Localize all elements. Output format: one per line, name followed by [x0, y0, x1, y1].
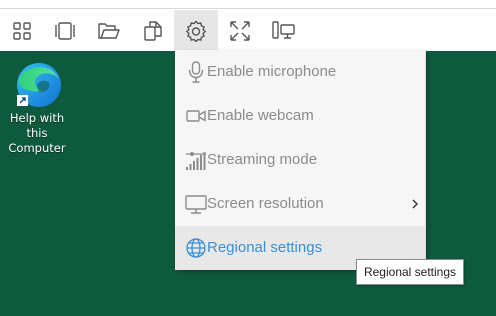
menu-item-label: Enable microphone: [207, 63, 337, 80]
copy-icon: [144, 20, 162, 41]
settings-button[interactable]: [174, 10, 218, 51]
open-folder-button[interactable]: [87, 10, 131, 51]
carousel-button[interactable]: [43, 10, 87, 51]
menu-item-label: Enable webcam: [207, 107, 314, 124]
shortcut-label: Help with this Computer: [6, 111, 68, 156]
desktop-shortcut-help[interactable]: Help with this Computer: [6, 59, 68, 156]
globe-icon: [184, 226, 208, 270]
display-switch-icon: [272, 20, 295, 39]
fullscreen-button[interactable]: [218, 10, 262, 51]
copy-button[interactable]: [131, 10, 175, 51]
carousel-icon: [55, 21, 75, 40]
grid-icon: [13, 21, 31, 40]
top-strip: [0, 0, 496, 8]
menu-item-enable-microphone[interactable]: Enable microphone: [175, 50, 425, 94]
microphone-icon: [184, 50, 208, 94]
webcam-icon: [184, 94, 208, 138]
folder-open-icon: [98, 22, 120, 39]
menu-item-enable-webcam[interactable]: Enable webcam: [175, 94, 425, 138]
gear-icon: [185, 20, 207, 42]
tooltip: Regional settings: [356, 259, 464, 285]
streaming-icon: [184, 138, 208, 182]
menu-item-label: Regional settings: [207, 239, 323, 256]
settings-menu: Enable microphone Enable webcam Streamin…: [175, 50, 426, 270]
display-switch-button[interactable]: [262, 10, 306, 51]
monitor-icon: [184, 182, 208, 226]
menu-item-label: Screen resolution: [207, 195, 324, 212]
shortcut-label-line: Computer: [8, 141, 66, 155]
menu-item-screen-resolution[interactable]: Screen resolution: [175, 182, 425, 226]
shortcut-label-line: Help with: [9, 111, 65, 125]
grid-button[interactable]: [0, 10, 44, 51]
fullscreen-icon: [230, 20, 250, 41]
toolbar: [0, 8, 496, 51]
shortcut-label-line: this: [26, 126, 48, 140]
edge-browser-icon: [11, 59, 63, 111]
menu-item-streaming-mode[interactable]: Streaming mode: [175, 138, 425, 182]
chevron-right-icon: [411, 182, 419, 226]
menu-item-label: Streaming mode: [207, 151, 318, 168]
